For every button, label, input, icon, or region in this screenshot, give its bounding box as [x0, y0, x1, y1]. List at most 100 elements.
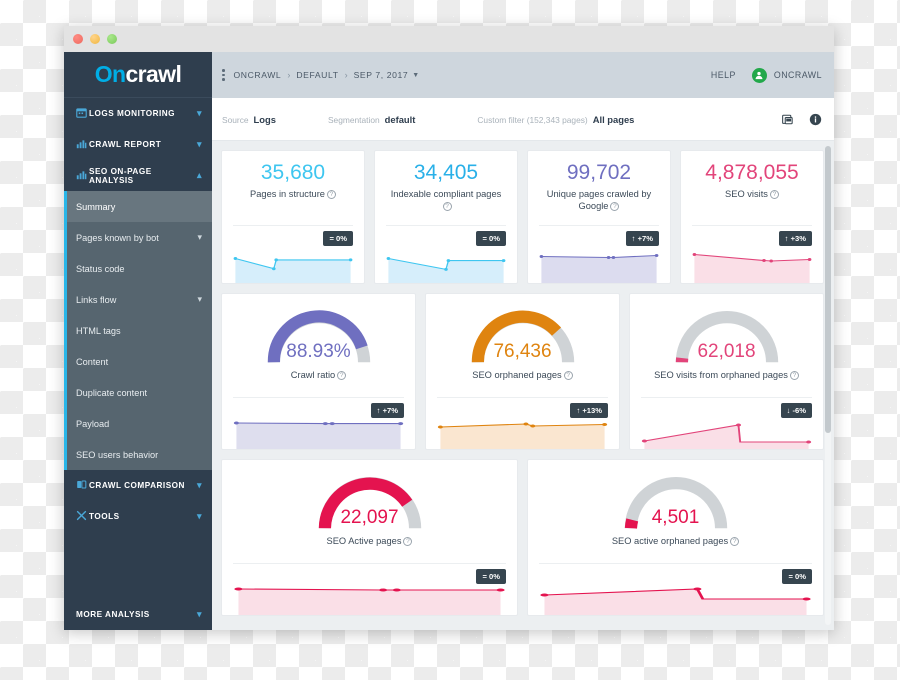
tools-icon [76, 510, 89, 523]
scrollbar-thumb[interactable] [825, 146, 831, 434]
filter-bar: Source Logs Segmentation default Custom … [212, 98, 834, 141]
sidebar-item-label: Summary [76, 201, 116, 212]
gauge-value: 88.93% [286, 341, 351, 362]
filter-source-label: Source [222, 114, 249, 125]
sidebar-group-crawl-comparison[interactable]: CRAWL COMPARISON ▾ [64, 470, 212, 501]
sparkline-pages-in-structure [233, 249, 353, 283]
dashboard-scrollbar[interactable] [825, 146, 831, 625]
help-tooltip-icon[interactable]: ? [730, 537, 740, 546]
gauge-value: 62,018 [697, 341, 756, 362]
sidebar-item-label: Pages known by bot [76, 232, 159, 243]
sidebar-group-tools[interactable]: TOOLS ▾ [64, 501, 212, 532]
chevron-down-icon[interactable]: ▼ [412, 72, 419, 79]
kpi-row-3: 22,097 SEO Active pages? = 0% 4,501 SEO … [221, 459, 824, 616]
gauge-seo-active-orphaned-pages: 4,501 [539, 470, 812, 532]
browser-window: Oncrawl LOGS MONITORING ▾ CRAWL REPORT ▾ [64, 26, 834, 630]
kpi-card-seo-active-pages[interactable]: 22,097 SEO Active pages? = 0% [221, 459, 518, 616]
logo-suffix: crawl [125, 61, 182, 87]
help-tooltip-icon[interactable]: ? [337, 371, 347, 380]
sidebar-item-duplicate-content[interactable]: Duplicate content [67, 377, 212, 408]
filter-segmentation[interactable]: Segmentation default [328, 114, 415, 125]
sidebar-item-label: Links flow [76, 294, 117, 305]
kpi-label: Unique pages crawled by Google? [539, 188, 659, 213]
sidebar-submenu: Summary Pages known by bot ▾ Status code… [64, 191, 212, 470]
filter-custom-value: All pages [592, 113, 635, 125]
sidebar-group-logs-monitoring[interactable]: LOGS MONITORING ▾ [64, 98, 212, 129]
sidebar-item-summary[interactable]: Summary [67, 191, 212, 222]
help-link[interactable]: HELP [711, 70, 736, 80]
delta-badge: = 0% [476, 231, 506, 246]
sidebar-item-label: Status code [76, 263, 125, 274]
chevron-down-icon: ▾ [196, 108, 202, 118]
kpi-card-indexable-compliant-pages[interactable]: 34,405 Indexable compliant pages? = 0% [374, 150, 518, 284]
sparkline-seo-active-pages [233, 581, 506, 615]
sidebar-item-seo-users-behavior[interactable]: SEO users behavior [67, 439, 212, 470]
sidebar-item-status-code[interactable]: Status code [67, 253, 212, 284]
filter-source-value: Logs [253, 113, 276, 125]
kpi-card-seo-orphaned-pages[interactable]: 76,436 SEO orphaned pages? ↑ +13% [425, 293, 620, 450]
filter-custom[interactable]: Custom filter (152,343 pages) All pages [477, 114, 634, 125]
kpi-value: 4,878,055 [705, 161, 799, 184]
filter-source[interactable]: Source Logs [222, 114, 276, 125]
sidebar-group-label: CRAWL COMPARISON [89, 481, 185, 490]
dashboard-scroll-area[interactable]: 35,680 Pages in structure? = 0% 34,405 I… [212, 141, 834, 630]
kpi-card-pages-in-structure[interactable]: 35,680 Pages in structure? = 0% [221, 150, 365, 284]
app-logo[interactable]: Oncrawl [64, 52, 212, 98]
kpi-label: Crawl ratio? [233, 369, 404, 381]
sidebar-item-payload[interactable]: Payload [67, 408, 212, 439]
breadcrumb-project[interactable]: ONCRAWL [234, 70, 282, 80]
app-body: Oncrawl LOGS MONITORING ▾ CRAWL REPORT ▾ [64, 52, 834, 630]
sidebar-item-links-flow[interactable]: Links flow ▾ [67, 284, 212, 315]
kpi-label-text: SEO visits from orphaned pages [654, 370, 788, 380]
gauge-value: 4,501 [651, 507, 700, 528]
help-tooltip-icon[interactable]: ? [563, 371, 573, 380]
delta-badge: ↓ -6% [780, 403, 812, 418]
sparkline-seo-visits [692, 249, 812, 283]
help-tooltip-icon[interactable]: ? [403, 537, 413, 546]
sidebar-item-pages-known-by-bot[interactable]: Pages known by bot ▾ [67, 222, 212, 253]
sidebar-group-seo-on-page-analysis[interactable]: SEO ON-PAGE ANALYSIS ▴ [64, 160, 212, 191]
calendar-icon [76, 107, 89, 120]
sidebar-item-html-tags[interactable]: HTML tags [67, 315, 212, 346]
kpi-card-seo-visits-from-orphaned-pages[interactable]: 62,018 SEO visits from orphaned pages? ↓… [629, 293, 824, 450]
help-tooltip-icon[interactable]: ? [789, 371, 799, 380]
help-tooltip-icon[interactable]: ? [769, 189, 779, 199]
chevron-down-icon: ▾ [197, 294, 202, 304]
bar-chart-icon [76, 169, 89, 182]
sidebar-item-label: HTML tags [76, 325, 121, 336]
help-tooltip-icon[interactable]: ? [610, 201, 620, 211]
user-avatar-icon[interactable] [751, 67, 767, 83]
help-tooltip-icon[interactable]: ? [326, 189, 336, 199]
sidebar-group-more-analysis[interactable]: MORE ANALYSIS ▾ [64, 599, 212, 630]
delta-badge: = 0% [782, 569, 812, 584]
filter-segmentation-value: default [384, 113, 416, 125]
compare-icon [76, 479, 89, 492]
sidebar-group-label: TOOLS [89, 512, 120, 521]
kpi-label-text: Pages in structure [250, 188, 325, 199]
sidebar-item-label: Duplicate content [76, 387, 147, 398]
kpi-card-crawl-ratio[interactable]: 88.93% Crawl ratio? ↑ +7% [221, 293, 416, 450]
close-window-button[interactable] [73, 34, 83, 44]
delta-badge: ↑ +13% [570, 403, 608, 418]
user-name[interactable]: ONCRAWL [774, 70, 822, 80]
info-icon[interactable] [809, 113, 822, 126]
kpi-label: Indexable compliant pages? [386, 188, 506, 213]
help-tooltip-icon[interactable]: ? [442, 201, 452, 211]
sidebar-item-content[interactable]: Content [67, 346, 212, 377]
kpi-card-seo-visits[interactable]: 4,878,055 SEO visits? ↑ +3% [680, 150, 824, 284]
logo-text: Oncrawl [95, 61, 182, 88]
sidebar-group-crawl-report[interactable]: CRAWL REPORT ▾ [64, 129, 212, 160]
minimize-window-button[interactable] [90, 34, 100, 44]
chevron-down-icon: ▾ [196, 139, 202, 149]
kpi-card-seo-active-orphaned-pages[interactable]: 4,501 SEO active orphaned pages? = 0% [527, 459, 824, 616]
kebab-menu-icon[interactable] [222, 69, 225, 81]
kpi-card-unique-pages-crawled-by-google[interactable]: 99,702 Unique pages crawled by Google? ↑… [527, 150, 671, 284]
breadcrumb-date[interactable]: SEP 7, 2017 [354, 70, 409, 80]
kpi-label: Pages in structure? [233, 188, 353, 200]
kpi-label-text: SEO visits [725, 188, 768, 199]
kpi-value: 99,702 [566, 161, 632, 184]
kpi-label-text: Indexable compliant pages [390, 188, 502, 199]
pdf-export-icon[interactable] [782, 113, 795, 126]
breadcrumb-config[interactable]: DEFAULT [296, 70, 338, 80]
maximize-window-button[interactable] [107, 34, 117, 44]
